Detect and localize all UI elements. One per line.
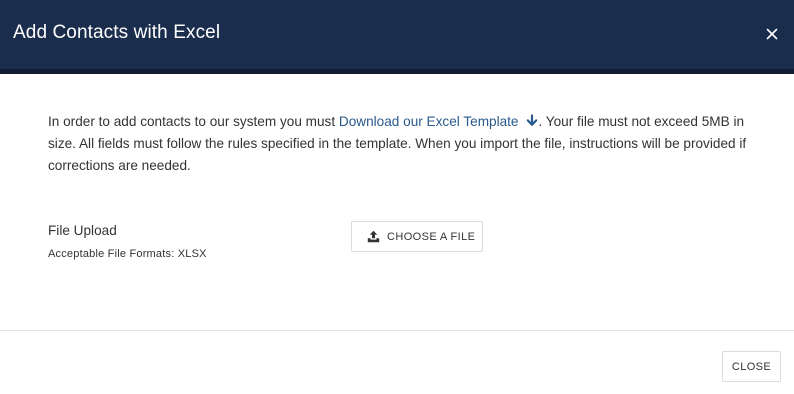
upload-icon bbox=[367, 230, 380, 243]
file-formats-hint: Acceptable File Formats: XLSX bbox=[48, 248, 207, 260]
intro-text-before: In order to add contacts to our system y… bbox=[48, 114, 339, 129]
file-upload-label: File Upload bbox=[48, 223, 117, 238]
intro-text: In order to add contacts to our system y… bbox=[48, 111, 748, 177]
modal-body: In order to add contacts to our system y… bbox=[0, 74, 794, 330]
download-template-link-label: Download our Excel Template bbox=[338, 114, 519, 129]
close-button[interactable]: CLOSE bbox=[722, 351, 781, 382]
download-template-link[interactable]: Download our Excel Template bbox=[339, 114, 539, 129]
add-contacts-modal: Add Contacts with Excel In order to add … bbox=[0, 0, 794, 394]
choose-file-button-label: CHOOSE A FILE bbox=[387, 231, 476, 243]
download-arrow-icon bbox=[526, 114, 537, 126]
modal-header: Add Contacts with Excel bbox=[0, 0, 794, 74]
close-icon[interactable] bbox=[763, 25, 781, 43]
choose-file-button[interactable]: CHOOSE A FILE bbox=[351, 221, 483, 252]
modal-title: Add Contacts with Excel bbox=[13, 22, 221, 43]
modal-footer: CLOSE bbox=[0, 330, 794, 394]
